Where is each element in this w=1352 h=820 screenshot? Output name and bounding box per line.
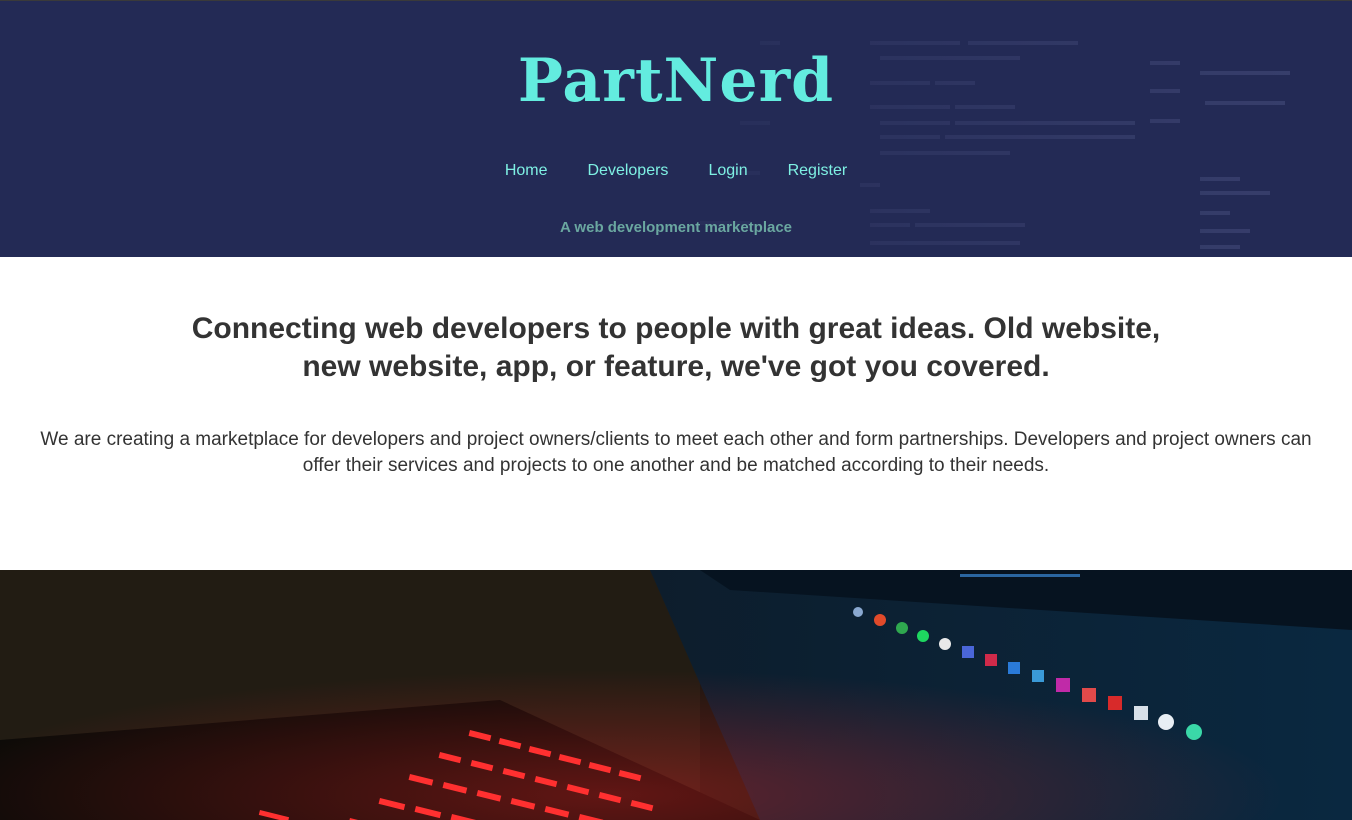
- site-tagline: A web development marketplace: [559, 219, 793, 236]
- laptop-hero-image: [0, 570, 1352, 820]
- nav-link-developers[interactable]: Developers: [588, 160, 669, 182]
- nav-link-register[interactable]: Register: [788, 160, 848, 182]
- nav-link-login[interactable]: Login: [708, 160, 747, 182]
- laptop-keyboard-photo: [0, 570, 1352, 820]
- intro-description: We are creating a marketplace for develo…: [40, 429, 1312, 476]
- main-nav: Home Developers Login Register: [0, 160, 1352, 182]
- site-header: PartNerd Home Developers Login Register …: [0, 0, 1352, 257]
- nav-link-home[interactable]: Home: [505, 160, 548, 182]
- brand-logo[interactable]: PartNerd: [0, 45, 1352, 117]
- intro-section: Connecting web developers to people with…: [0, 257, 1352, 570]
- intro-headline: Connecting web developers to people with…: [191, 312, 1161, 383]
